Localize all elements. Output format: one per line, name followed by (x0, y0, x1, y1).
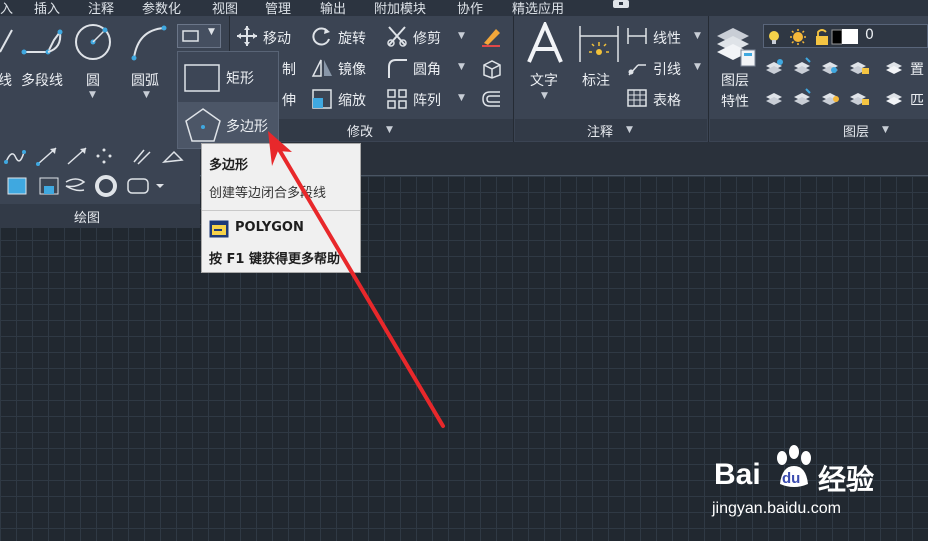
watermark-url: jingyan.baidu.com (712, 500, 841, 517)
watermark-cn: 经验 (818, 463, 875, 496)
watermark-brand-2: du (782, 470, 801, 487)
watermark-brand: Bai (714, 458, 761, 491)
baidu-jingyan-watermark: Bai du 经验 jingyan.baidu.com (710, 440, 900, 530)
